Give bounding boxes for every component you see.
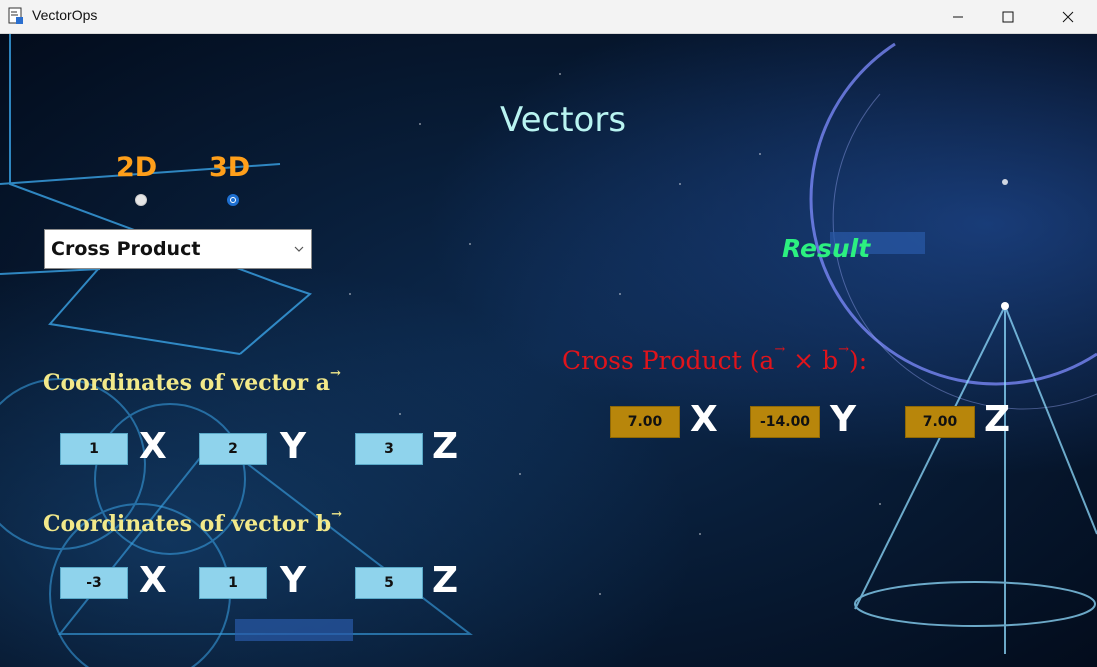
vector-b-y-axis-label: Y — [280, 560, 307, 601]
result-x-value: 7.00 — [610, 406, 680, 438]
page-title: Vectors — [500, 100, 627, 140]
result-z-axis-label: Z — [984, 399, 1011, 440]
operation-result-label: Cross Product (a→ × b→): — [562, 342, 868, 375]
mode-2d-label: 2D — [116, 152, 158, 183]
vector-b-label: Coordinates of vector b→ — [43, 507, 342, 537]
operation-select-value: Cross Product — [51, 238, 201, 260]
vector-a-label: Coordinates of vector a→ — [43, 366, 341, 396]
result-x-axis-label: X — [690, 399, 718, 440]
chevron-down-icon — [294, 246, 304, 252]
result-y-value: -14.00 — [750, 406, 820, 438]
mode-3d-radio[interactable] — [227, 194, 239, 206]
mode-3d-label: 3D — [209, 152, 251, 183]
vector-a-z-axis-label: Z — [432, 426, 459, 467]
vector-b-y-input[interactable]: 1 — [199, 567, 267, 599]
vector-arrow-icon: → — [774, 342, 786, 357]
vector-b-x-axis-label: X — [139, 560, 167, 601]
vector-b-x-input[interactable]: -3 — [60, 567, 128, 599]
vector-arrow-icon: → — [329, 366, 341, 381]
mode-2d-radio[interactable] — [135, 194, 147, 206]
vector-arrow-icon: → — [331, 507, 342, 522]
app-window: VectorOps Vectors 2D 3D Cross Product Co… — [0, 0, 1097, 667]
vector-a-z-input[interactable]: 3 — [355, 433, 423, 465]
vector-arrow-icon: → — [838, 342, 849, 357]
vector-b-z-input[interactable]: 5 — [355, 567, 423, 599]
app-icon — [8, 7, 23, 24]
maximize-icon — [1002, 11, 1014, 23]
close-icon — [1062, 11, 1074, 23]
vector-a-y-input[interactable]: 2 — [199, 433, 267, 465]
window-title: VectorOps — [32, 7, 98, 23]
result-heading: Result — [782, 234, 871, 263]
operation-select[interactable]: Cross Product — [44, 229, 312, 269]
vector-b-z-axis-label: Z — [432, 560, 459, 601]
result-z-value: 7.00 — [905, 406, 975, 438]
vector-a-x-input[interactable]: 1 — [60, 433, 128, 465]
main-canvas: Vectors 2D 3D Cross Product Coordinates … — [0, 34, 1097, 667]
maximize-button[interactable] — [983, 0, 1033, 34]
close-button[interactable] — [1043, 0, 1093, 34]
title-bar: VectorOps — [0, 0, 1097, 34]
minimize-icon — [953, 16, 963, 18]
minimize-button[interactable] — [933, 0, 983, 34]
vector-a-x-axis-label: X — [139, 426, 167, 467]
vector-a-y-axis-label: Y — [280, 426, 307, 467]
result-y-axis-label: Y — [830, 399, 857, 440]
